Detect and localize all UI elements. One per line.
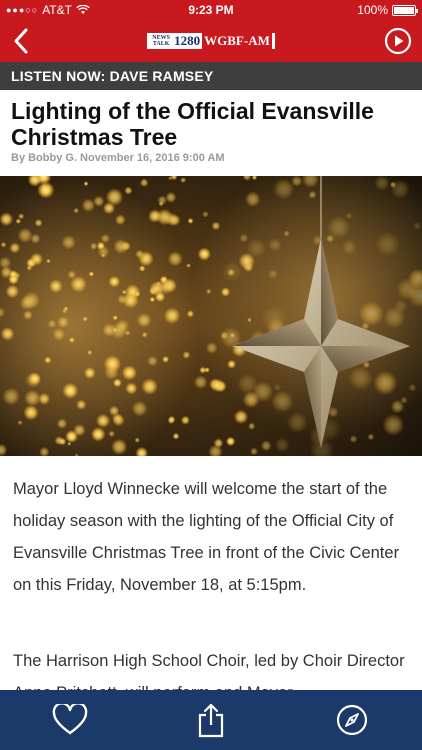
status-time: 9:23 PM xyxy=(188,3,234,17)
status-left: ●●●○○ AT&T xyxy=(6,3,90,17)
wifi-icon xyxy=(76,5,90,14)
article-title: Lighting of the Official Evansville Chri… xyxy=(11,98,374,150)
status-right: 100% xyxy=(357,3,418,17)
share-button[interactable] xyxy=(192,701,230,739)
battery-percent: 100% xyxy=(357,3,388,17)
status-bar: ●●●○○ AT&T 9:23 PM 100% xyxy=(0,0,422,20)
logo-call-sign: WGBF-AM xyxy=(202,33,272,49)
article-byline: By Bobby G. November 16, 2016 9:00 AM xyxy=(11,152,225,164)
christmas-star-image xyxy=(0,176,422,456)
heart-icon xyxy=(53,704,88,735)
favorite-button[interactable] xyxy=(51,701,89,739)
article-paragraph: Mayor Lloyd Winnecke will welcome the st… xyxy=(13,480,400,594)
compass-icon xyxy=(336,704,367,736)
battery-icon xyxy=(392,4,418,16)
browse-button[interactable] xyxy=(333,701,371,739)
signal-icon: ●●●○○ xyxy=(6,5,39,15)
listen-now-bar[interactable]: LISTEN NOW: DAVE RAMSEY xyxy=(0,62,422,90)
carrier-label: AT&T xyxy=(42,3,72,17)
station-logo: NEWS TALK 1280 WGBF-AM xyxy=(147,33,275,49)
back-arrow-icon xyxy=(14,28,28,54)
bottom-toolbar xyxy=(0,690,422,750)
logo-news-talk: NEWS TALK xyxy=(152,35,170,47)
play-circle-icon[interactable] xyxy=(384,27,412,55)
nav-bar: NEWS TALK 1280 WGBF-AM xyxy=(0,20,422,62)
article-hero-image xyxy=(0,176,422,456)
logo-frequency: 1280 xyxy=(174,33,201,48)
share-icon xyxy=(198,703,224,738)
back-button[interactable] xyxy=(8,24,34,58)
